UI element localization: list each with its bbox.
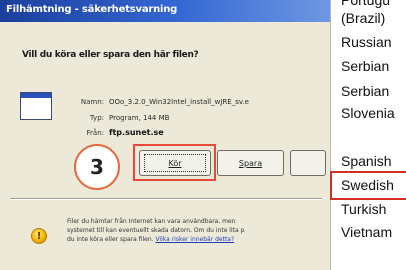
file-type-value: Program, 144 MB xyxy=(109,114,170,122)
language-item[interactable]: Slovenia xyxy=(341,105,395,121)
file-name-label: Namn: xyxy=(80,98,104,106)
dialog-title: Filhämtning - säkerhetsvarning xyxy=(6,4,178,15)
cancel-button[interactable] xyxy=(290,150,326,176)
language-item[interactable]: Serbian xyxy=(341,83,389,99)
program-file-icon xyxy=(20,92,52,120)
dialog-title-bar[interactable]: Filhämtning - säkerhetsvarning xyxy=(0,0,330,22)
language-item[interactable]: Vietnam xyxy=(341,224,392,240)
dialog-question: Vill du köra eller spara den här filen? xyxy=(22,50,199,60)
risk-info-link[interactable]: Vilka risker innebär detta? xyxy=(155,236,234,243)
language-item[interactable]: Portugu xyxy=(341,0,390,8)
file-type-label: Typ: xyxy=(89,114,104,122)
save-button[interactable]: Spara xyxy=(217,150,284,176)
language-item[interactable]: Russian xyxy=(341,34,392,50)
language-item[interactable]: (Brazil) xyxy=(341,10,385,26)
dialog-separator xyxy=(10,198,322,200)
warning-line-3-text: du inte köra eller spara filen. xyxy=(67,236,156,243)
file-source-value: ftp.sunet.se xyxy=(109,128,164,137)
warning-line-3: du inte köra eller spara filen. Vilka ri… xyxy=(67,235,329,244)
save-button-label: Spara xyxy=(238,158,263,168)
security-warning-text: Filer du hämtar från Internet kan vara a… xyxy=(67,217,329,244)
step-number-badge: 3 xyxy=(74,144,120,190)
file-name-value: OOo_3.2.0_Win32Intel_install_wJRE_sv.e xyxy=(109,98,249,106)
language-item[interactable]: Turkish xyxy=(341,201,386,217)
warning-line-2: systemet till kan eventuellt skada dator… xyxy=(67,227,245,234)
language-list: Portugu (Brazil) Russian Serbian Serbian… xyxy=(333,0,406,270)
file-source-label: Från: xyxy=(86,129,104,137)
language-item[interactable]: Serbian xyxy=(341,58,389,74)
warning-line-1: Filer du hämtar från Internet kan vara a… xyxy=(67,218,236,225)
shield-warning-icon: ! xyxy=(31,228,47,244)
language-item[interactable]: Spanish xyxy=(341,153,392,169)
download-security-dialog: Filhämtning - säkerhetsvarning Vill du k… xyxy=(0,0,331,270)
run-button-highlight xyxy=(133,144,216,181)
swedish-highlight xyxy=(330,171,406,200)
